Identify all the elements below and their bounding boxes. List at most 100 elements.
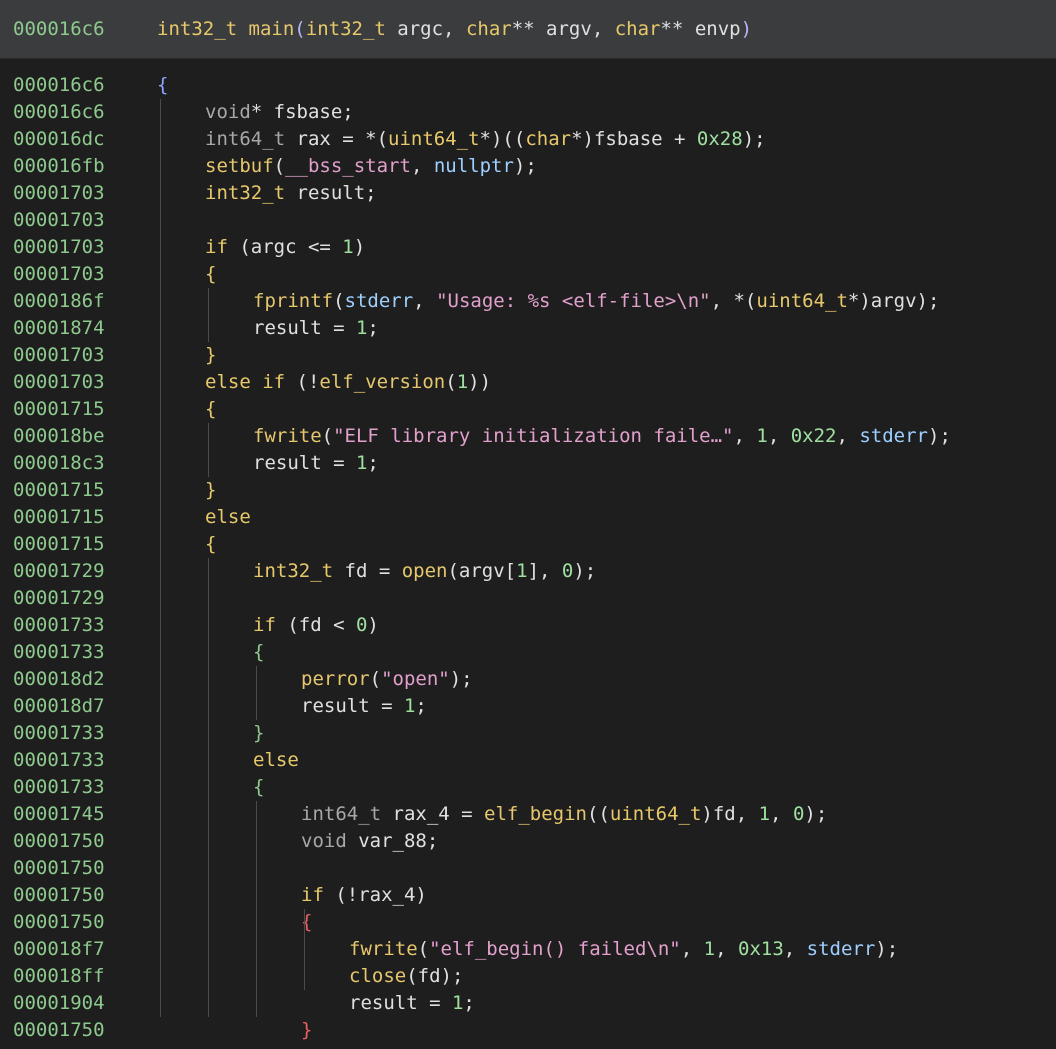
code-token[interactable]: ,	[411, 155, 434, 177]
code-line[interactable]: 00001703 if (argc <= 1)	[0, 234, 1056, 261]
code-token[interactable]: 0	[356, 614, 367, 636]
line-address[interactable]: 000016fb	[13, 153, 105, 180]
code-line[interactable]: 00001715 {	[0, 396, 1056, 423]
line-address[interactable]: 00001703	[13, 369, 105, 396]
code-token[interactable]: {	[253, 641, 264, 663]
line-address[interactable]: 000018c3	[13, 450, 105, 477]
code-line[interactable]: 00001750 if (!rax_4)	[0, 882, 1056, 909]
line-address[interactable]: 000016c6	[13, 99, 105, 126]
code-token[interactable]: {	[253, 776, 264, 798]
line-code[interactable]: else if (!elf_version(1))	[205, 369, 491, 396]
code-token[interactable]: {	[205, 263, 216, 285]
code-token[interactable]: *)argv);	[848, 290, 940, 312]
code-token[interactable]: else	[205, 506, 251, 528]
code-token[interactable]: ;	[415, 695, 426, 717]
line-code[interactable]: if (fd < 0)	[253, 612, 379, 639]
code-line[interactable]: 00001715 {	[0, 531, 1056, 558]
code-line[interactable]: 00001750 void var_88;	[0, 828, 1056, 855]
code-token[interactable]: *)fsbase +	[571, 128, 697, 150]
code-token[interactable]: close	[349, 965, 406, 987]
code-token[interactable]: else if	[205, 371, 285, 393]
code-line[interactable]: 00001733 {	[0, 639, 1056, 666]
code-token[interactable]: }	[301, 1019, 312, 1041]
code-line[interactable]: 00001703 int32_t result;	[0, 180, 1056, 207]
code-line[interactable]: 00001715 else	[0, 504, 1056, 531]
code-token[interactable]: (fd <	[276, 614, 356, 636]
code-token[interactable]: );	[804, 803, 827, 825]
return-type[interactable]: int32_t	[157, 18, 237, 40]
code-token[interactable]: 1	[516, 560, 527, 582]
line-address[interactable]: 000018be	[13, 423, 105, 450]
code-line[interactable]: 00001733 {	[0, 774, 1056, 801]
code-token[interactable]: ;	[463, 992, 474, 1014]
line-code[interactable]: }	[205, 342, 216, 369]
line-code[interactable]: result = 1;	[253, 315, 379, 342]
line-code[interactable]: int32_t fd = open(argv[1], 0);	[253, 558, 596, 585]
line-code[interactable]: fprintf(stderr, "Usage: %s <elf-file>\n"…	[253, 288, 939, 315]
line-address[interactable]: 00001750	[13, 1017, 105, 1044]
code-token[interactable]: 1	[356, 452, 367, 474]
code-token[interactable]: , *(	[711, 290, 757, 312]
code-token[interactable]: {	[205, 398, 216, 420]
code-token[interactable]: uint64_t	[388, 128, 480, 150]
line-address[interactable]: 00001703	[13, 180, 105, 207]
code-token[interactable]: nullptr	[434, 155, 514, 177]
line-address[interactable]: 00001703	[13, 342, 105, 369]
code-token[interactable]: {	[157, 74, 168, 96]
code-token[interactable]: (	[322, 425, 333, 447]
code-token[interactable]: )	[367, 614, 378, 636]
code-token[interactable]: char	[525, 128, 571, 150]
line-code[interactable]: else	[253, 747, 299, 774]
code-line[interactable]: 00001750 {	[0, 909, 1056, 936]
code-token[interactable]: 0x28	[697, 128, 743, 150]
code-token[interactable]: (	[274, 155, 285, 177]
code-token[interactable]: "open"	[381, 668, 450, 690]
code-token[interactable]: result;	[285, 182, 377, 204]
param-type-2[interactable]: char	[615, 18, 661, 40]
line-address[interactable]: 00001750	[13, 855, 105, 882]
code-token[interactable]: 1	[404, 695, 415, 717]
code-token[interactable]: 1	[704, 938, 715, 960]
code-token[interactable]: }	[253, 722, 264, 744]
function-name[interactable]: main	[249, 18, 295, 40]
line-code[interactable]: int32_t result;	[205, 180, 377, 207]
line-address[interactable]: 000016c6	[13, 72, 105, 99]
code-line[interactable]: 00001729 int32_t fd = open(argv[1], 0);	[0, 558, 1056, 585]
line-address[interactable]: 00001733	[13, 720, 105, 747]
code-token[interactable]: result =	[253, 452, 356, 474]
code-token[interactable]: )fd,	[701, 803, 758, 825]
code-token[interactable]: elf_version	[319, 371, 445, 393]
line-code[interactable]: {	[253, 774, 264, 801]
code-token[interactable]: ;	[367, 452, 378, 474]
line-address[interactable]: 000018d7	[13, 693, 105, 720]
code-token[interactable]: 1	[756, 425, 767, 447]
code-line[interactable]: 00001874 result = 1;	[0, 315, 1056, 342]
line-code[interactable]: }	[253, 720, 264, 747]
line-code[interactable]: }	[301, 1017, 312, 1044]
param-name-1[interactable]: argv	[546, 18, 592, 40]
code-token[interactable]: else	[253, 749, 299, 771]
code-token[interactable]: void	[205, 101, 251, 123]
code-token[interactable]: 1	[452, 992, 463, 1014]
line-code[interactable]: {	[205, 261, 216, 288]
code-token[interactable]: ,	[715, 938, 738, 960]
code-token[interactable]: (	[445, 371, 456, 393]
code-line[interactable]: 000016dc int64_t rax = *(uint64_t*)((char…	[0, 126, 1056, 153]
code-token[interactable]: int64_t	[301, 803, 381, 825]
code-token[interactable]: 1	[759, 803, 770, 825]
code-token[interactable]: 1	[457, 371, 468, 393]
line-code[interactable]: else	[205, 504, 251, 531]
code-token[interactable]: (!rax_4)	[324, 884, 427, 906]
code-token[interactable]: ((	[587, 803, 610, 825]
code-line[interactable]: 00001715}	[0, 477, 1056, 504]
code-token[interactable]: rax_4 =	[381, 803, 484, 825]
line-address[interactable]: 00001750	[13, 882, 105, 909]
line-code[interactable]: setbuf(__bss_start, nullptr);	[205, 153, 537, 180]
line-address[interactable]: 00001715	[13, 504, 105, 531]
line-address[interactable]: 00001874	[13, 315, 105, 342]
line-code[interactable]: }	[205, 477, 216, 504]
code-line[interactable]: 000016fb setbuf(__bss_start, nullptr);	[0, 153, 1056, 180]
code-token[interactable]: uint64_t	[756, 290, 848, 312]
code-token[interactable]: );	[514, 155, 537, 177]
code-line[interactable]: 00001733 if (fd < 0)	[0, 612, 1056, 639]
